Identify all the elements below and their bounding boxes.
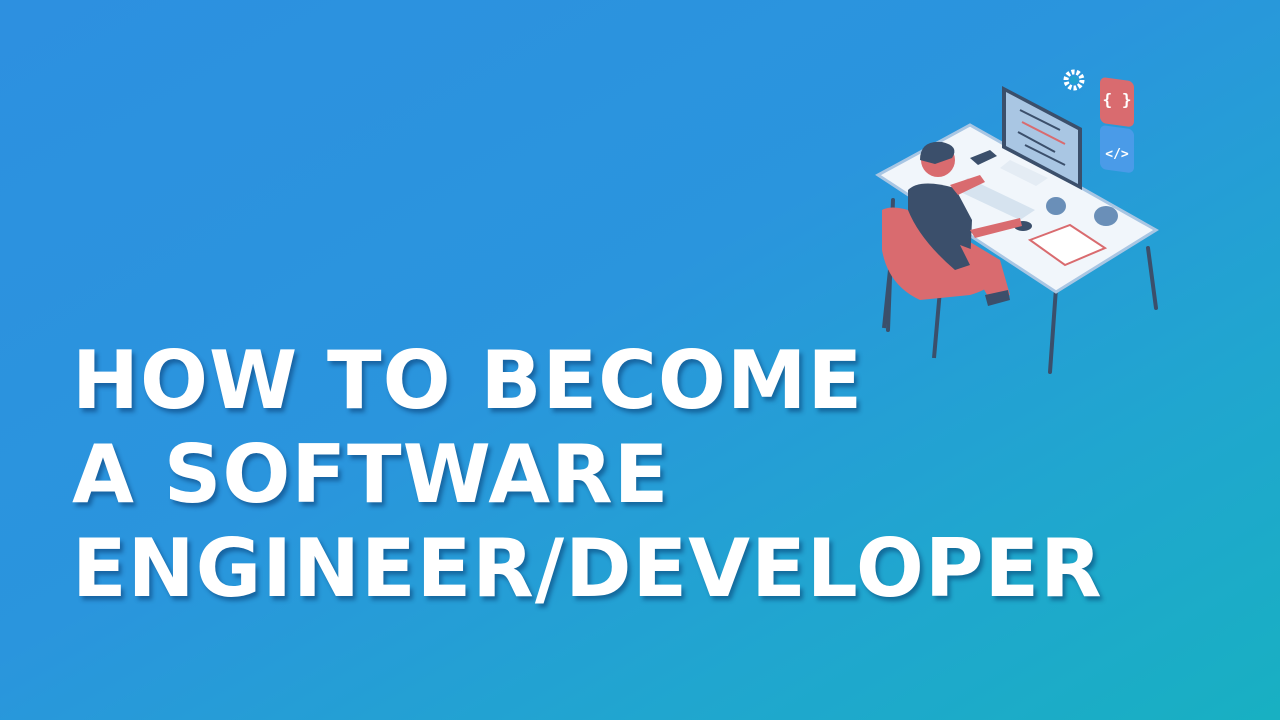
curly-braces-icon: { } — [1100, 77, 1134, 127]
cup — [1094, 206, 1118, 226]
developer-illustration: { } </> — [875, 69, 1159, 374]
headline-line-2: A SOFTWARE — [72, 428, 670, 521]
gear-icon — [1063, 69, 1085, 91]
svg-text:</>: </> — [1105, 147, 1129, 162]
mug — [1046, 197, 1066, 215]
svg-text:{ }: { } — [1103, 90, 1132, 109]
headline-line-3: ENGINEER/DEVELOPER — [72, 522, 1103, 615]
code-tag-icon: </> — [1100, 125, 1134, 173]
